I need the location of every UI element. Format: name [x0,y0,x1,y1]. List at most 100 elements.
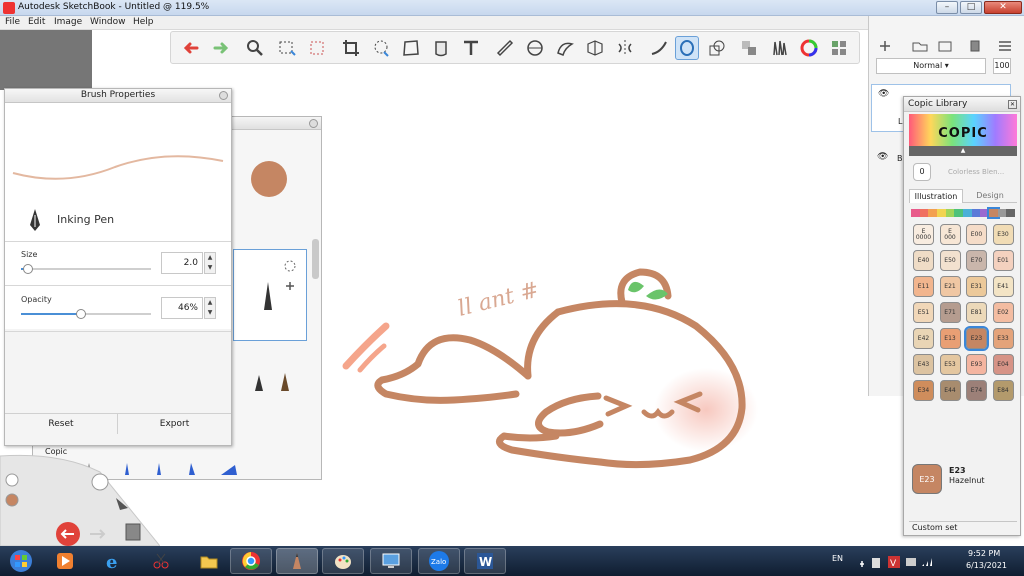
shape-icon[interactable] [705,36,729,60]
tab-design[interactable]: Design [963,189,1017,203]
clock-date[interactable]: 6/13/2021 [966,561,1007,570]
selected-brush-cell[interactable] [233,249,307,341]
zoom-icon[interactable] [243,36,267,60]
clock-time[interactable]: 9:52 PM [968,549,1000,558]
zalo-icon[interactable]: Zalo [418,548,460,574]
colorless-blender-swatch[interactable]: 0 [913,163,931,181]
color-family-chip-selected[interactable] [987,207,1000,219]
menu-edit[interactable]: Edit [28,17,45,27]
blend-mode-select[interactable]: Normal ▾ [876,58,986,74]
brush-library-scrollbar[interactable] [312,239,319,279]
tab-illustration[interactable]: Illustration [909,189,963,203]
copic-swatch[interactable]: E21 [939,276,961,297]
distort-icon[interactable] [399,36,423,60]
predictive-stroke-icon[interactable] [675,36,699,60]
color-family-chip[interactable] [954,209,964,217]
system-tray-icons[interactable]: V [856,552,936,570]
media-player-icon[interactable] [44,548,86,574]
color-family-chip[interactable] [911,209,920,217]
color-family-strip[interactable] [911,207,1016,219]
copic-swatch[interactable]: E04 [992,354,1014,375]
brush-library-icon[interactable] [767,36,791,60]
menu-help[interactable]: Help [133,17,154,27]
custom-set-label[interactable]: Custom set [909,521,1017,533]
copic-swatch[interactable]: E40 [913,250,934,271]
crop-icon[interactable] [339,36,363,60]
size-slider-thumb[interactable] [22,264,33,274]
copic-swatch[interactable]: E53 [939,354,961,375]
copic-swatch[interactable]: E00 [966,224,987,245]
internet-explorer-icon[interactable]: e [92,548,134,574]
undo-icon[interactable] [179,36,203,60]
close-icon[interactable] [219,91,228,100]
copic-library-icon[interactable] [737,36,761,60]
chrome-icon[interactable] [230,548,272,574]
copic-swatch[interactable]: E13 [939,328,961,349]
reset-button[interactable]: Reset [5,414,118,434]
paint-icon[interactable] [322,548,364,574]
menu-image[interactable]: Image [54,17,82,27]
color-family-chip[interactable] [945,209,955,217]
copic-swatch[interactable]: E42 [913,328,934,349]
layer-grid-icon[interactable] [827,36,851,60]
color-family-chip[interactable] [980,209,990,217]
start-orb-icon[interactable] [4,548,38,574]
copic-swatch[interactable]: E02 [992,302,1014,323]
bucket-icon[interactable] [429,36,453,60]
language-indicator[interactable]: EN [832,554,843,563]
copic-swatch[interactable]: E34 [913,380,934,401]
sketchbook-icon[interactable] [276,548,318,574]
redo-icon[interactable] [209,36,233,60]
copic-swatch[interactable]: E81 [966,302,987,323]
close-icon[interactable] [309,119,318,128]
copic-swatch[interactable]: E51 [913,302,934,323]
copic-swatch[interactable]: E71 [939,302,961,323]
color-family-chip[interactable] [971,209,981,217]
transform-select-icon[interactable] [305,36,329,60]
file-explorer-icon[interactable] [188,548,230,574]
eye-icon[interactable]: 👁 [878,89,889,99]
copic-swatch[interactable]: E 0000 [913,224,934,245]
stroke-icon[interactable] [647,36,671,60]
copic-swatch[interactable]: E31 [966,276,987,297]
menu-file[interactable]: File [5,17,20,27]
copic-swatch[interactable]: E84 [992,380,1014,401]
remote-desktop-icon[interactable] [370,548,412,574]
size-slider[interactable] [21,264,151,274]
copic-swatch[interactable]: E70 [966,250,987,271]
opacity-stepper[interactable]: ▲ ▼ [204,297,216,319]
copic-swatch[interactable]: E30 [992,224,1014,245]
maximize-button[interactable]: □ [960,1,982,14]
size-stepper[interactable]: ▲ ▼ [204,252,216,274]
color-wheel-icon[interactable] [797,36,821,60]
copic-swatch[interactable]: E33 [992,328,1014,349]
perspective-icon[interactable] [583,36,607,60]
ellipse-guide-icon[interactable] [523,36,547,60]
copic-swatch[interactable]: E74 [966,380,987,401]
french-curve-icon[interactable] [553,36,577,60]
color-family-chip[interactable] [1006,209,1016,217]
color-family-chip[interactable] [963,209,972,217]
copic-swatch[interactable]: E 000 [939,224,961,245]
size-value-field[interactable]: 2.0 [161,252,203,274]
close-icon[interactable]: ✕ [1008,100,1017,109]
copic-swatch[interactable]: E41 [992,276,1014,297]
current-color-swatch[interactable]: E23 [912,464,942,494]
color-family-chip[interactable] [928,209,938,217]
copic-swatch[interactable]: E01 [992,250,1014,271]
color-family-chip[interactable] [937,209,946,217]
ruler-icon[interactable] [493,36,517,60]
word-icon[interactable]: W [464,548,506,574]
snipping-tool-icon[interactable] [140,548,182,574]
layer-opacity-field[interactable]: 100 [993,58,1011,74]
copic-swatch[interactable]: E43 [913,354,934,375]
export-button[interactable]: Export [118,414,231,434]
opacity-value-field[interactable]: 46% [161,297,203,319]
copic-swatch[interactable]: E44 [939,380,961,401]
eye-icon[interactable]: 👁 [877,152,888,162]
menu-window[interactable]: Window [90,17,126,27]
copic-swatch[interactable]: E50 [939,250,961,271]
copic-swatch[interactable]: E93 [966,354,987,375]
lasso-icon[interactable] [369,36,393,60]
text-icon[interactable] [459,36,483,60]
